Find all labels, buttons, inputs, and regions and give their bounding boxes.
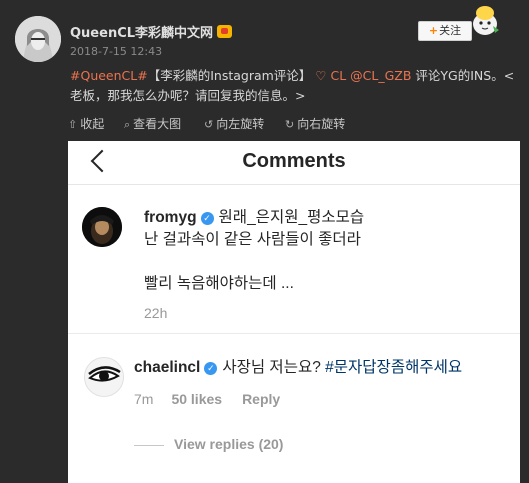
comment-line: 빨리 녹음해야하는데 ... — [144, 275, 294, 292]
search-icon: ⌕ — [124, 118, 131, 131]
rotate-right-button[interactable]: ↻ 向右旋转 — [285, 115, 345, 132]
rotate-left-icon: ↺ — [204, 118, 214, 131]
post-text-part1: 【李彩麟的Instagram评论】 — [147, 68, 312, 83]
mascot-icon — [468, 4, 502, 36]
comment-time: 22h — [144, 305, 168, 321]
comment-body: fromyg ✓ 원래_은지원_평소모습 난 걸과속이 같은 사람들이 좋더라 빨리… — [144, 207, 504, 295]
rotate-right-label: 向右旋转 — [297, 117, 346, 131]
likes-count[interactable]: 50 likes — [171, 391, 222, 407]
post-text: #QueenCL#【李彩麟的Instagram评论】 ♡ CL @CL_GZB … — [70, 66, 522, 106]
comment-handle[interactable]: fromyg — [144, 209, 197, 226]
heart-icon: ♡ — [315, 68, 327, 83]
reply-button[interactable]: Reply — [242, 391, 280, 407]
post-timestamp[interactable]: 2018-7-15 12:43 — [70, 45, 162, 58]
comment-time: 7m — [134, 391, 154, 407]
username-text[interactable]: QueenCL李彩麟中文网 — [70, 26, 213, 41]
vip-badge-icon — [217, 25, 233, 38]
plus-icon: + — [428, 24, 439, 37]
comment-body: chaelincl ✓ 사장님 저는요? #문자답장좀해주세요 — [134, 357, 514, 379]
comment-divider — [68, 333, 520, 334]
view-large-label: 查看大图 — [133, 117, 182, 131]
rotate-right-icon: ↻ — [285, 118, 295, 131]
view-replies-button[interactable]: View replies (20) — [174, 436, 283, 452]
comment-spacer — [144, 251, 504, 273]
page-title: Comments — [242, 150, 346, 172]
instagram-screenshot: Comments fromyg ✓ 원래_은지원_평소모습 난 걸과속이 같은 사람… — [68, 141, 520, 483]
comment-line: 원래_은지원_평소모습 — [218, 209, 365, 226]
weibo-post: QueenCL李彩麟中文网 2018-7-15 12:43 +关注 #Queen… — [0, 0, 529, 483]
topic-hashtag-link[interactable]: #QueenCL# — [70, 68, 148, 83]
post-username[interactable]: QueenCL李彩麟中文网 — [70, 22, 233, 41]
rotate-left-button[interactable]: ↺ 向左旋转 — [204, 115, 264, 132]
avatar[interactable] — [84, 357, 124, 397]
comment-hashtag-link[interactable]: #문자답장좀해주세요 — [325, 359, 462, 376]
comment-line: 난 걸과속이 같은 사람들이 좋더라 — [144, 231, 361, 248]
comment-meta: 7m 50 likes Reply — [134, 391, 280, 407]
collapse-button[interactable]: ⇧ 收起 — [68, 115, 104, 132]
collapse-label: 收起 — [80, 117, 105, 131]
rotate-left-label: 向左旋转 — [216, 117, 265, 131]
comment-handle[interactable]: chaelincl — [134, 359, 200, 376]
mention-link[interactable]: CL @CL_GZB — [331, 68, 412, 83]
collapse-icon: ⇧ — [68, 118, 78, 131]
replies-line — [134, 445, 164, 446]
avatar[interactable] — [82, 207, 122, 247]
verified-check-icon: ✓ — [204, 362, 218, 375]
verified-check-icon: ✓ — [200, 212, 214, 225]
comment-text: 사장님 저는요? — [222, 359, 321, 376]
follow-label: 关注 — [439, 24, 462, 37]
view-large-button[interactable]: ⌕ 查看大图 — [124, 115, 181, 132]
follow-button[interactable]: +关注 — [418, 21, 472, 41]
user-avatar[interactable] — [15, 16, 61, 62]
instagram-header: Comments — [68, 141, 520, 185]
